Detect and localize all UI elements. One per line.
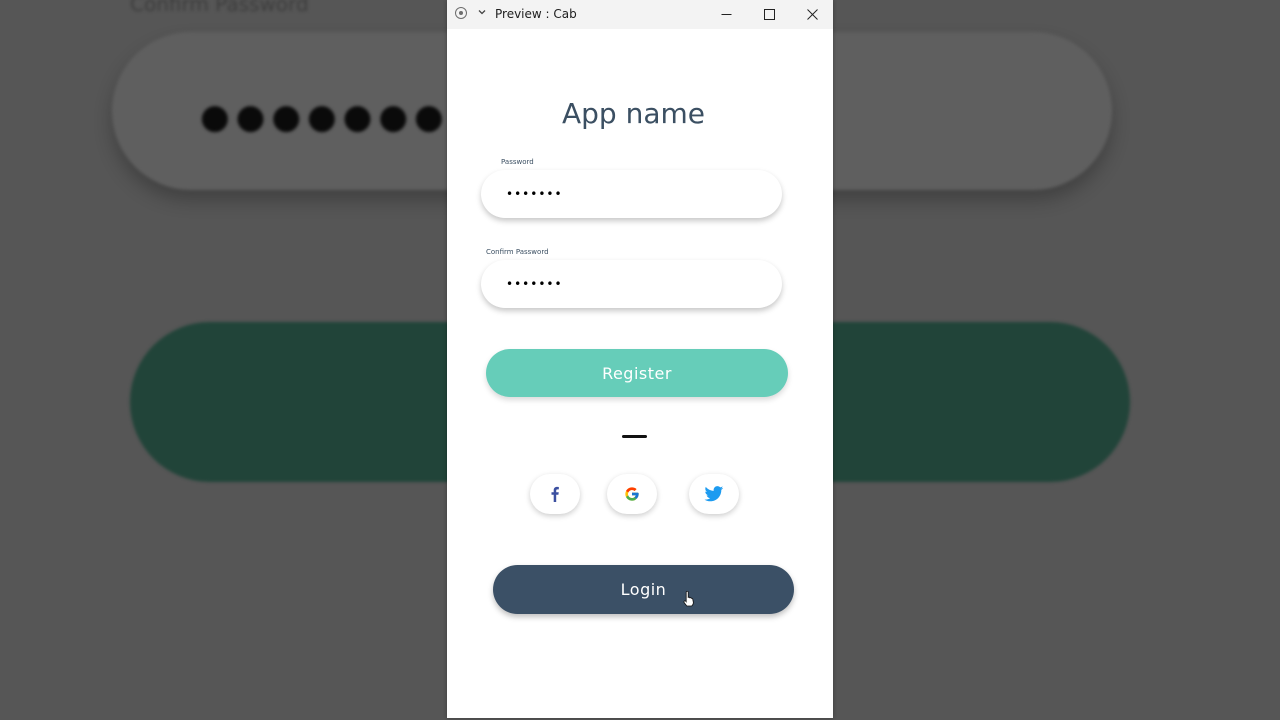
close-button[interactable] (791, 0, 833, 29)
google-button[interactable] (607, 474, 657, 514)
window-title: Preview : Cab (495, 7, 577, 21)
minimize-icon (721, 14, 731, 15)
twitter-button[interactable] (689, 474, 739, 514)
divider (622, 435, 647, 438)
maximize-button[interactable] (748, 0, 790, 29)
title-bar: Preview : Cab (447, 0, 833, 29)
minimize-button[interactable] (705, 0, 747, 29)
google-icon (625, 487, 639, 501)
app-title: App name (561, 97, 705, 130)
record-icon[interactable] (455, 7, 467, 19)
facebook-icon (551, 486, 559, 502)
hand-cursor-icon (683, 591, 694, 607)
login-button[interactable]: Login (493, 565, 794, 614)
confirm-password-field[interactable] (481, 260, 782, 308)
close-icon (806, 9, 818, 20)
password-label: Password (501, 158, 534, 166)
password-field[interactable] (481, 170, 782, 218)
facebook-button[interactable] (530, 474, 580, 514)
twitter-icon (704, 486, 724, 502)
background-label: Confirm Password (130, 0, 309, 16)
register-button[interactable]: Register (486, 349, 788, 397)
background-dots: ●●●●●●● (200, 97, 450, 137)
app-screen: App name Password Confirm Password Regis… (447, 29, 833, 718)
maximize-icon (763, 9, 775, 20)
preview-window: Preview : Cab App name Password Confirm … (447, 0, 833, 718)
chevron-down-icon[interactable] (477, 7, 487, 17)
confirm-password-label: Confirm Password (486, 248, 549, 256)
